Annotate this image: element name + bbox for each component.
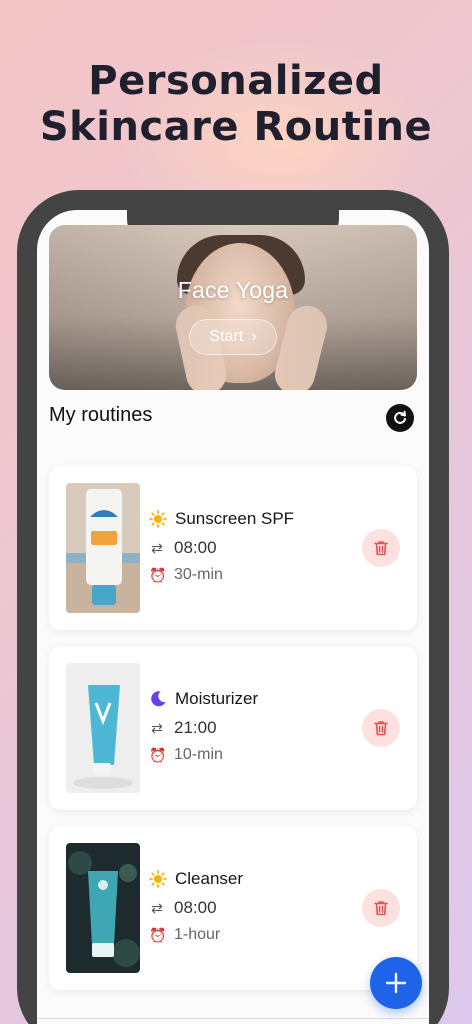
delete-button[interactable] (362, 529, 400, 567)
alarm-clock-icon: ⏰ (149, 566, 167, 583)
moon-icon (151, 691, 166, 707)
routine-time: 21:00 (174, 718, 217, 737)
routine-duration-row: ⏰ 30-min (149, 566, 223, 584)
hero-shade (49, 225, 417, 390)
face-yoga-banner[interactable]: Face Yoga Start › (49, 225, 417, 390)
bottom-nav-divider (37, 1018, 429, 1019)
alarm-clock-icon: ⏰ (149, 926, 167, 943)
plus-icon (385, 972, 407, 994)
repeat-icon: ⇄ (151, 899, 163, 916)
product-image-cleanser (66, 843, 140, 973)
product-image-sunscreen (66, 483, 140, 613)
trash-icon (374, 901, 388, 916)
routine-name-row: Cleanser (149, 869, 243, 889)
routine-name: Cleanser (175, 869, 244, 888)
alarm-clock-icon: ⏰ (149, 746, 167, 763)
hero-title: Face Yoga (177, 277, 289, 303)
trash-icon (374, 541, 388, 556)
routine-duration-row: ⏰ 1-hour (149, 926, 220, 944)
chevron-right-icon: › (251, 328, 257, 345)
start-button[interactable]: Start › (189, 319, 277, 355)
trash-icon (374, 721, 388, 736)
repeat-icon: ⇄ (151, 719, 163, 736)
routine-duration: 10-min (174, 746, 223, 763)
routine-time-row: ⇄ 08:00 (149, 898, 217, 918)
routine-duration: 30-min (174, 566, 223, 583)
routine-card[interactable]: Cleanser ⇄ 08:00 ⏰ 1-hour (49, 826, 417, 990)
routine-duration-row: ⏰ 10-min (149, 746, 223, 764)
start-button-label: Start (209, 328, 244, 345)
routine-time-row: ⇄ 21:00 (149, 718, 217, 738)
routine-card[interactable]: Sunscreen SPF ⇄ 08:00 ⏰ 30-min (49, 466, 417, 630)
routine-name: Moisturizer (175, 689, 259, 708)
refresh-icon[interactable] (386, 404, 414, 432)
sun-icon (149, 870, 167, 888)
routine-name: Sunscreen SPF (175, 509, 295, 528)
routine-name-row: Sunscreen SPF (149, 509, 294, 529)
routine-time: 08:00 (174, 538, 217, 557)
routine-time-row: ⇄ 08:00 (149, 538, 217, 558)
sun-icon (149, 510, 167, 528)
product-image-moisturizer (66, 663, 140, 793)
routine-name-row: Moisturizer (149, 689, 258, 709)
delete-button[interactable] (362, 709, 400, 747)
headline-line-2: Skincare Routine (39, 104, 433, 150)
delete-button[interactable] (362, 889, 400, 927)
routine-card[interactable]: Moisturizer ⇄ 21:00 ⏰ 10-min (49, 646, 417, 810)
add-routine-button[interactable] (370, 957, 422, 1009)
repeat-icon: ⇄ (151, 539, 163, 556)
headline-line-1: Personalized (88, 58, 384, 104)
routine-time: 08:00 (174, 898, 217, 917)
section-title: My routines (49, 404, 153, 426)
routine-duration: 1-hour (174, 926, 221, 943)
